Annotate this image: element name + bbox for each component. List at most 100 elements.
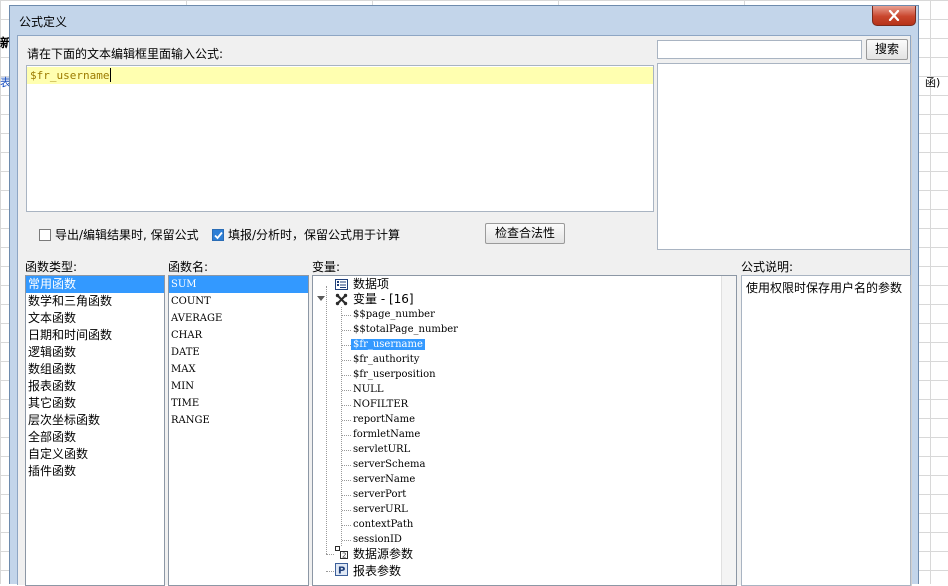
check-validity-button[interactable]: 检查合法性 — [485, 223, 565, 244]
function-type-item[interactable]: 插件函数 — [26, 463, 164, 480]
search-input[interactable] — [657, 40, 862, 59]
svg-text:P: P — [338, 566, 345, 577]
function-name-item[interactable]: CHAR — [169, 327, 308, 344]
tree-branch-line — [342, 510, 351, 511]
tree-branch-line — [342, 465, 351, 466]
checkmark-icon — [214, 231, 223, 239]
variables-scrollbar[interactable] — [721, 276, 736, 585]
tree-node-variable[interactable]: reportName — [353, 412, 415, 427]
variable-group-icon — [335, 293, 348, 306]
tree-node-variable-group[interactable]: 变量 - [16] — [353, 292, 414, 307]
tree-node-data-item[interactable]: 数据项 — [353, 277, 389, 292]
tree-node-variable-label: $fr_username — [351, 339, 425, 350]
editor-prompt: 请在下面的文本编辑框里面输入公式: — [27, 47, 224, 61]
tree-node-variable-label: contextPath — [353, 519, 414, 530]
keep-formula-fill-option[interactable]: 填报/分析时，保留公式用于计算 — [212, 226, 400, 243]
svg-text:2: 2 — [342, 552, 346, 560]
tree-branch-line — [342, 540, 351, 541]
formula-editor[interactable]: $fr_username — [26, 65, 654, 212]
function-name-item[interactable]: DATE — [169, 344, 308, 361]
function-name-item[interactable]: MIN — [169, 378, 308, 395]
function-type-item[interactable]: 日期和时间函数 — [26, 327, 164, 344]
tree-node-variable[interactable]: serverURL — [353, 502, 408, 517]
search-results-box[interactable] — [657, 63, 911, 250]
expand-triangle-icon[interactable] — [317, 296, 325, 302]
tree-branch-line — [342, 435, 351, 436]
function-names-list[interactable]: SUM COUNT AVERAGE CHAR DATE MAX MIN TIME… — [168, 275, 309, 586]
function-type-item[interactable]: 层次坐标函数 — [26, 412, 164, 429]
function-types-list[interactable]: 常用函数 数学和三角函数 文本函数 日期和时间函数 逻辑函数 数组函数 报表函数… — [25, 275, 165, 586]
function-type-item[interactable]: 其它函数 — [26, 395, 164, 412]
tree-branch-line — [342, 345, 351, 346]
tree-node-datasource-params[interactable]: 数据源参数 — [353, 547, 413, 562]
text-caret — [110, 68, 112, 82]
keep-formula-export-option[interactable]: 导出/编辑结果时, 保留公式 — [39, 226, 199, 243]
data-item-icon — [335, 279, 348, 290]
tree-node-variable[interactable]: $fr_username — [351, 337, 425, 352]
tree-node-variable-label: serverSchema — [353, 459, 426, 470]
tree-node-variable[interactable]: servletURL — [353, 442, 410, 457]
tree-node-variable-label: $fr_authority — [353, 354, 420, 365]
tree-node-variable[interactable]: serverName — [353, 472, 415, 487]
tree-root-guide-line — [326, 286, 327, 554]
tree-node-variable[interactable]: NOFILTER — [353, 397, 408, 412]
tree-branch-line — [326, 571, 334, 572]
variables-header: 变量: — [312, 260, 341, 274]
tree-node-variable[interactable]: $fr_userposition — [353, 367, 436, 382]
tree-branch-line — [342, 450, 351, 451]
function-type-item[interactable]: 文本函数 — [26, 310, 164, 327]
function-type-item[interactable]: 数学和三角函数 — [26, 293, 164, 310]
report-params-icon: P — [335, 563, 348, 576]
search-button[interactable]: 搜索 — [866, 39, 908, 60]
tree-branch-line — [342, 390, 351, 391]
function-type-item[interactable]: 全部函数 — [26, 429, 164, 446]
function-type-item[interactable]: 数组函数 — [26, 361, 164, 378]
function-types-header: 函数类型: — [25, 260, 78, 274]
function-names-header: 函数名: — [168, 260, 209, 274]
tree-branch-line — [342, 375, 351, 376]
tree-branch-line — [342, 525, 351, 526]
tree-branch-line — [342, 420, 351, 421]
tree-node-variable[interactable]: $$totalPage_number — [353, 322, 458, 337]
variables-tree[interactable]: 数据项 变量 - [16] $$page_number $$totalPage_n… — [312, 275, 737, 586]
tree-node-variable-label: serverURL — [353, 504, 408, 515]
background-cell-text-right: 函) — [925, 76, 941, 89]
tree-node-variable[interactable]: $fr_authority — [353, 352, 419, 367]
function-name-item[interactable]: SUM — [169, 276, 308, 293]
function-name-item[interactable]: TIME — [169, 395, 308, 412]
tree-branch-line — [342, 330, 351, 331]
close-button[interactable] — [872, 6, 916, 26]
dialog-title: 公式定义 — [19, 15, 68, 29]
tree-node-variable[interactable]: NULL — [353, 382, 383, 397]
function-type-item[interactable]: 常用函数 — [26, 276, 164, 293]
tree-node-variable-label: serverPort — [353, 489, 407, 500]
tree-node-variable-label: sessionID — [353, 534, 402, 545]
tree-node-report-params[interactable]: 报表参数 — [353, 564, 401, 579]
tree-node-variable-label: servletURL — [353, 444, 411, 455]
tree-node-variable-label: formletName — [353, 429, 421, 440]
tree-node-variable-label: NULL — [353, 384, 384, 395]
tree-node-variable[interactable]: $$page_number — [353, 307, 435, 322]
description-text: 使用权限时保存用户名的参数 — [746, 281, 903, 295]
function-type-item[interactable]: 逻辑函数 — [26, 344, 164, 361]
tree-node-variable[interactable]: sessionID — [353, 532, 402, 547]
tree-node-variable[interactable]: serverSchema — [353, 457, 425, 472]
dialog-title-bar[interactable]: 公式定义 — [10, 6, 918, 34]
tree-node-variable-label: NOFILTER — [353, 399, 409, 410]
function-name-item[interactable]: MAX — [169, 361, 308, 378]
tree-branch-line — [342, 495, 351, 496]
function-name-item[interactable]: COUNT — [169, 293, 308, 310]
keep-formula-fill-checkbox[interactable] — [212, 228, 224, 241]
keep-formula-fill-label: 填报/分析时，保留公式用于计算 — [228, 228, 401, 242]
tree-node-variable[interactable]: formletName — [353, 427, 420, 442]
tree-node-variable-label: $$totalPage_number — [353, 324, 458, 335]
function-type-item[interactable]: 报表函数 — [26, 378, 164, 395]
tree-node-variable[interactable]: serverPort — [353, 487, 406, 502]
keep-formula-export-checkbox[interactable] — [39, 228, 51, 241]
function-type-item[interactable]: 自定义函数 — [26, 446, 164, 463]
function-name-item[interactable]: AVERAGE — [169, 310, 308, 327]
tree-node-variable-label: $$page_number — [353, 309, 435, 320]
keep-formula-export-label: 导出/编辑结果时, 保留公式 — [55, 228, 199, 242]
tree-node-variable[interactable]: contextPath — [353, 517, 413, 532]
function-name-item[interactable]: RANGE — [169, 412, 308, 429]
